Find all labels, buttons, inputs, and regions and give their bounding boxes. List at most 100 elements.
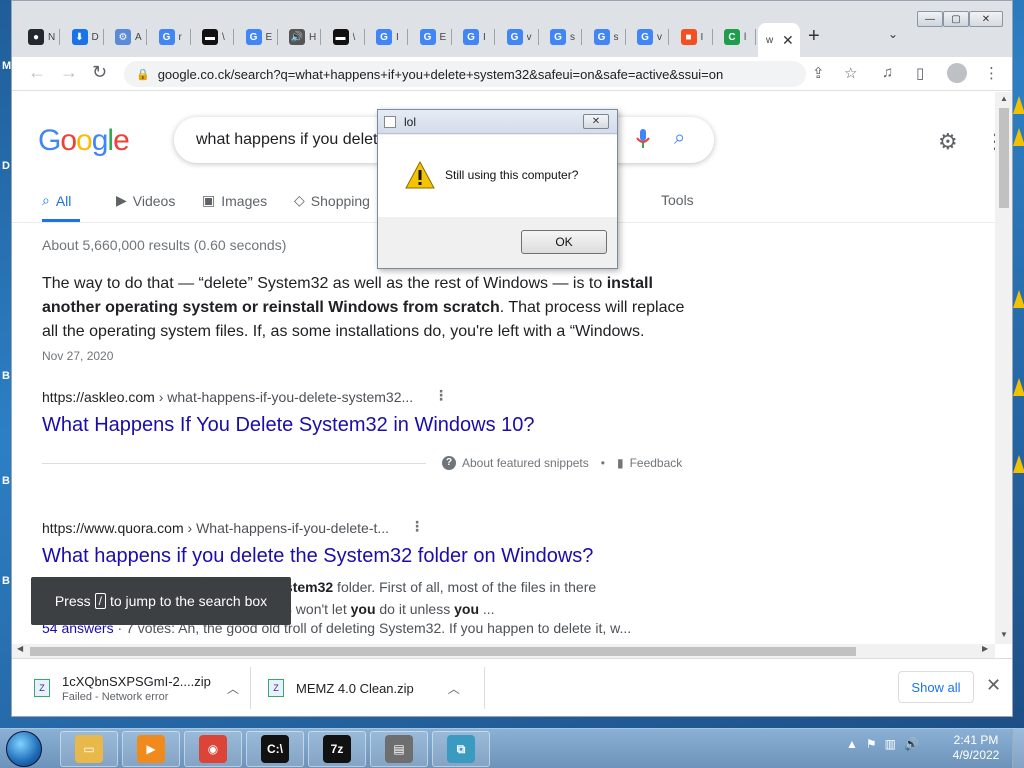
tab-images[interactable]: ▣ Images xyxy=(202,192,267,209)
tab-search-button[interactable]: ⌄ xyxy=(888,27,898,41)
browser-tab[interactable]: Gr xyxy=(151,23,191,51)
browser-tab[interactable]: GE xyxy=(238,23,278,51)
show-desktop-button[interactable] xyxy=(1012,729,1024,768)
settings-gear-icon[interactable]: ⚙ xyxy=(938,129,958,155)
network-icon[interactable]: ▥ xyxy=(885,737,896,751)
browser-tab[interactable]: Gv xyxy=(499,23,539,51)
chevron-up-icon[interactable]: ︿ xyxy=(227,680,239,697)
clock[interactable]: 2:41 PM 4/9/2022 xyxy=(946,733,1006,763)
scroll-up-icon[interactable]: ▲ xyxy=(1000,94,1008,103)
new-tab-button[interactable]: + xyxy=(808,25,820,48)
result-cite[interactable]: https://www.quora.com › What-happens-if-… xyxy=(42,520,389,536)
scrollbar-thumb[interactable] xyxy=(30,647,856,656)
scrollbar-thumb[interactable] xyxy=(999,108,1009,208)
close-icon[interactable]: ✕ xyxy=(986,675,1001,696)
browser-tab[interactable]: ● N xyxy=(20,23,60,51)
result-path: › what-happens-if-you-delete-system32... xyxy=(154,389,414,405)
taskbar-7zip[interactable]: 7z xyxy=(308,731,366,767)
chevron-up-icon[interactable]: ︿ xyxy=(448,680,460,697)
result-more-icon[interactable]: ⋮ xyxy=(410,518,424,535)
horizontal-scrollbar[interactable]: ◀ ▶ xyxy=(12,644,995,658)
tools-button[interactable]: Tools xyxy=(661,192,694,208)
browser-tab[interactable]: ■ I xyxy=(673,23,713,51)
vertical-scrollbar[interactable]: ▲ ▼ xyxy=(995,92,1012,644)
dialog-body: Still using this computer? xyxy=(378,135,617,217)
volume-icon[interactable]: 🔊 xyxy=(904,737,919,751)
google-logo[interactable]: Google xyxy=(38,124,130,158)
chrome-menu-icon[interactable]: ⋮ xyxy=(984,64,999,82)
snippet-text: ... xyxy=(479,601,495,617)
close-tab-icon[interactable]: ✕ xyxy=(782,32,794,49)
chrome-icon: ◉ xyxy=(199,735,227,763)
minimize-button[interactable]: — xyxy=(917,11,943,27)
browser-tab[interactable]: ▬ \ xyxy=(194,23,234,51)
share-icon[interactable]: ⇪ xyxy=(812,64,825,82)
taskbar-media-player[interactable]: ▶ xyxy=(122,731,180,767)
about-featured-snippets-link[interactable]: About featured snippets xyxy=(462,456,589,470)
profile-avatar[interactable] xyxy=(947,63,967,83)
browser-tab[interactable]: GI xyxy=(455,23,495,51)
tab-shopping[interactable]: ◇ Shopping xyxy=(294,192,370,209)
browser-tab[interactable]: ⚙ A xyxy=(107,23,147,51)
microphone-icon[interactable] xyxy=(636,129,650,149)
feedback-link[interactable]: Feedback xyxy=(630,456,683,470)
browser-tab[interactable]: ▬ \ xyxy=(325,23,365,51)
show-all-downloads-button[interactable]: Show all xyxy=(898,671,974,703)
result-domain: https://www.quora.com xyxy=(42,520,184,536)
result-cite[interactable]: https://askleo.com › what-happens-if-you… xyxy=(42,389,413,405)
apps-menu-icon[interactable]: ⋮ xyxy=(985,129,995,154)
forward-button[interactable]: → xyxy=(60,62,78,83)
url-text[interactable]: google.co.ck/search?q=what+happens+if+yo… xyxy=(158,67,724,82)
tab-active[interactable]: w ✕ xyxy=(758,23,800,57)
browser-tab[interactable]: Gv xyxy=(629,23,669,51)
tab-videos[interactable]: ▶ Videos xyxy=(116,192,175,209)
start-button[interactable] xyxy=(6,731,42,767)
action-center-icon[interactable]: ⚑ xyxy=(866,737,877,751)
browser-tab[interactable]: Gs xyxy=(586,23,626,51)
side-panel-icon[interactable]: ▯ xyxy=(916,64,924,82)
featured-snippet-footer: ? About featured snippets • ▮ Feedback xyxy=(442,456,682,470)
browser-tab[interactable]: GI xyxy=(368,23,408,51)
dialog-close-button[interactable]: ✕ xyxy=(583,114,609,129)
close-window-button[interactable]: ✕ xyxy=(969,11,1003,27)
tab-title: I xyxy=(396,31,399,43)
show-hidden-icons-icon[interactable]: ▲ xyxy=(846,737,858,751)
scroll-left-icon[interactable]: ◀ xyxy=(17,644,23,653)
search-input[interactable]: what happens if you delet xyxy=(196,131,386,149)
tab-separator xyxy=(146,29,147,45)
address-bar[interactable]: 🔒 google.co.ck/search?q=what+happens+if+… xyxy=(124,61,806,87)
browser-tab[interactable]: ⬇ D xyxy=(64,23,104,51)
reload-button[interactable]: ↻ xyxy=(92,62,107,83)
bookmark-star-icon[interactable]: ☆ xyxy=(844,64,857,82)
result-title-link[interactable]: What happens if you delete the System32 … xyxy=(42,545,593,568)
browser-tab[interactable]: Cl xyxy=(716,23,756,51)
download-item[interactable]: Z MEMZ 4.0 Clean.zip ︿ xyxy=(268,659,460,716)
maximize-button[interactable]: ▢ xyxy=(943,11,969,27)
browser-tab[interactable]: 🔊 H xyxy=(281,23,321,51)
tab-label: All xyxy=(55,192,72,209)
snippet-text: do it unless xyxy=(375,601,455,617)
ok-button[interactable]: OK xyxy=(521,230,607,254)
search-icon[interactable]: ⌕ xyxy=(674,127,685,150)
download-item[interactable]: Z 1cXQbnSXPSGmI-2....zip Failed - Networ… xyxy=(34,659,239,716)
taskbar-explorer[interactable]: ▭ xyxy=(60,731,118,767)
tab-all[interactable]: ⌕ All xyxy=(42,192,71,209)
media-control-icon[interactable]: ♫ xyxy=(882,64,893,81)
dialog-title: lol xyxy=(404,114,417,129)
result-title-link[interactable]: What Happens If You Delete System32 in W… xyxy=(42,414,535,437)
dialog-titlebar[interactable]: lol ✕ xyxy=(378,110,617,134)
taskbar-memz[interactable]: ▤ xyxy=(370,731,428,767)
scroll-down-icon[interactable]: ▼ xyxy=(1000,630,1008,639)
taskbar-cmd[interactable]: C:\ xyxy=(246,731,304,767)
tab-separator xyxy=(320,29,321,45)
feedback-icon: ▮ xyxy=(616,456,624,470)
tab-title: N xyxy=(48,31,56,43)
result-more-icon[interactable]: ⋮ xyxy=(434,387,448,404)
taskbar-network[interactable]: ⧉ xyxy=(432,731,490,767)
browser-tab[interactable]: GE xyxy=(412,23,452,51)
7zip-icon: 7z xyxy=(323,735,351,763)
browser-tab[interactable]: Gs xyxy=(542,23,582,51)
taskbar-chrome[interactable]: ◉ xyxy=(184,731,242,767)
back-button[interactable]: ← xyxy=(28,62,46,83)
scroll-right-icon[interactable]: ▶ xyxy=(982,644,988,653)
